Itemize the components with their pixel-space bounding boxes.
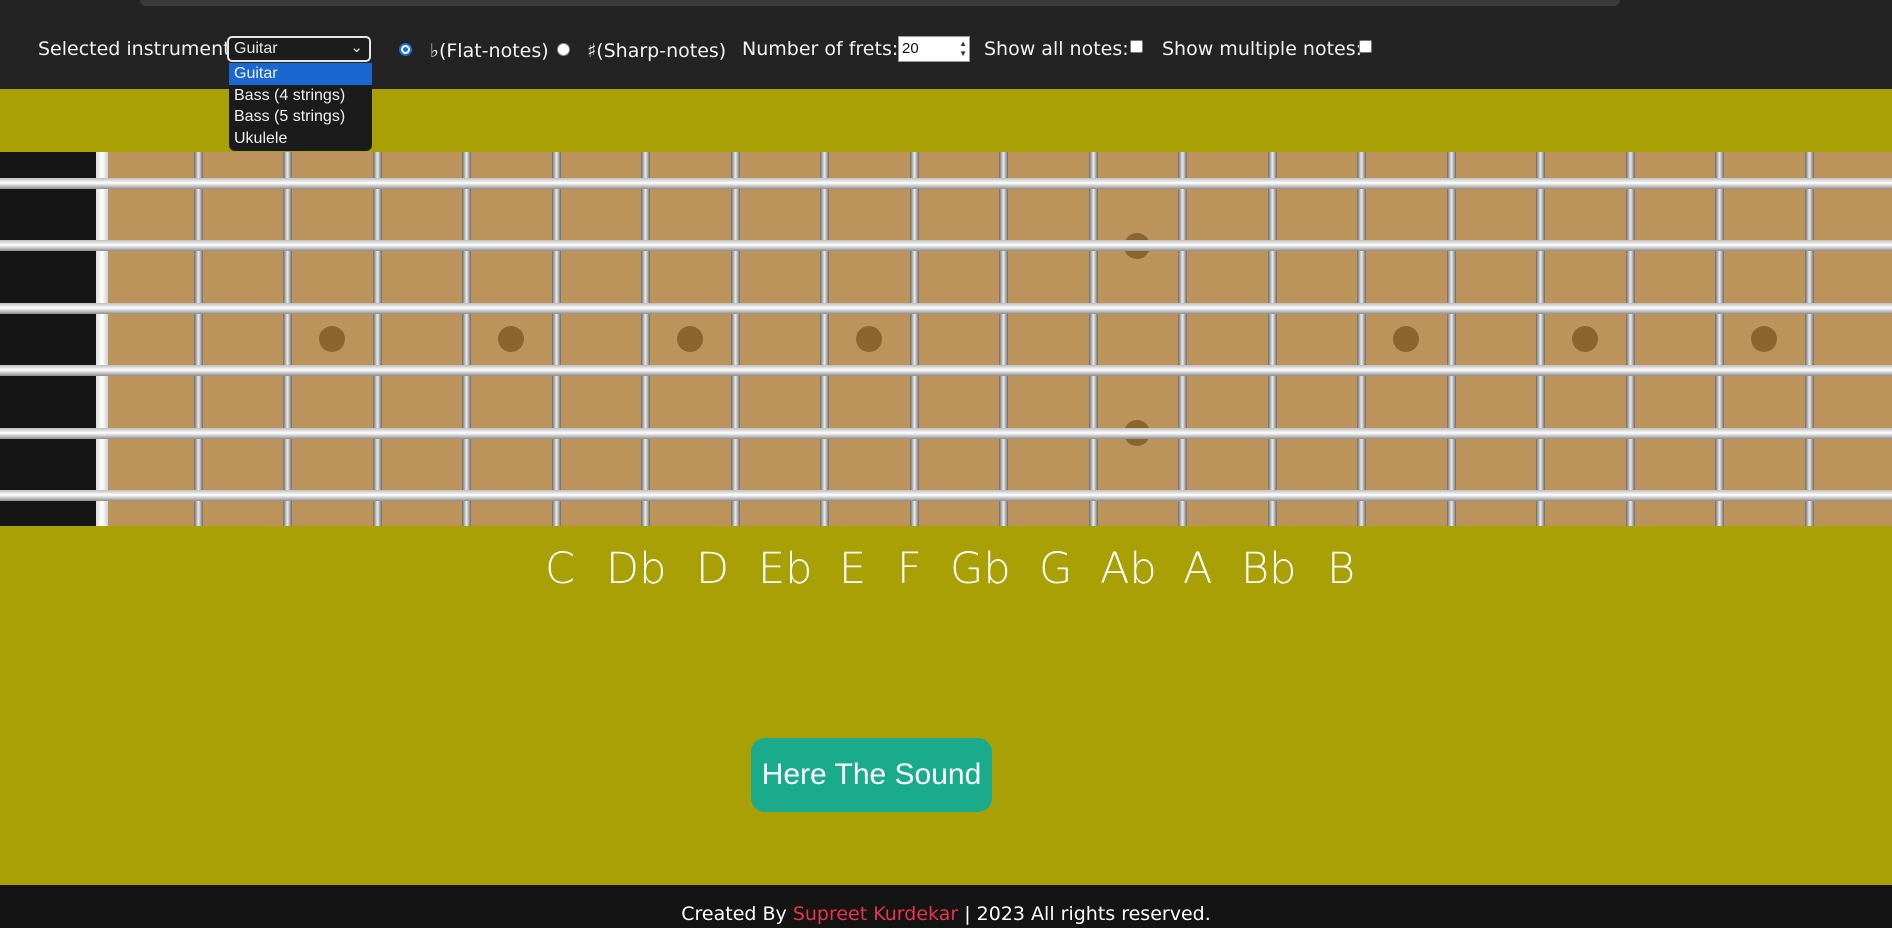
fret-inlay-dot — [855, 326, 882, 352]
guitar-string[interactable] — [0, 427, 1892, 439]
fret-wire — [1446, 152, 1456, 526]
show-all-notes-checkbox[interactable] — [1130, 40, 1143, 53]
footer-author-link[interactable]: Supreet Kurdekar — [793, 903, 958, 925]
fret-wire — [1715, 152, 1724, 526]
fret-wire — [462, 152, 471, 526]
fret-wire — [730, 152, 740, 526]
sharp-notes-radio[interactable] — [557, 43, 570, 56]
instrument-selected-value: Guitar — [234, 40, 278, 57]
fret-wire — [551, 152, 561, 526]
fret-inlay-dot — [1750, 326, 1777, 352]
show-multiple-notes-label: Show multiple notes: — [1162, 38, 1363, 60]
footer-suffix: | 2023 All rights reserved. — [964, 903, 1211, 925]
fret-wire — [1178, 152, 1187, 526]
fret-inlay-dot — [497, 326, 524, 352]
instrument-dropdown-list: Guitar Bass (4 strings) Bass (5 strings)… — [229, 63, 372, 151]
note-name[interactable]: Gb — [950, 544, 1011, 594]
instrument-option-bass-4[interactable]: Bass (4 strings) — [229, 85, 372, 107]
fret-wire — [1357, 152, 1366, 526]
fret-wire — [283, 152, 292, 526]
guitar-string[interactable] — [0, 302, 1892, 314]
note-name[interactable]: C — [545, 544, 575, 594]
footer-prefix: Created By — [681, 903, 787, 925]
show-all-notes-label: Show all notes: — [984, 38, 1129, 60]
fret-inlay-dot — [1571, 326, 1598, 352]
instrument-select[interactable]: Guitar ⌄ — [227, 36, 371, 62]
hear-sound-button[interactable]: Here The Sound — [751, 738, 992, 812]
flat-notes-radio[interactable] — [399, 43, 412, 56]
fret-wire — [1088, 152, 1098, 526]
frets-number-input[interactable]: 20 ▲ ▼ — [898, 36, 970, 62]
instrument-option-bass-5[interactable]: Bass (5 strings) — [229, 106, 372, 128]
spinner-arrows-icon[interactable]: ▲ ▼ — [959, 39, 967, 59]
footer: Created By Supreet Kurdekar | 2023 All r… — [0, 885, 1892, 928]
fret-inlay-dot — [676, 326, 703, 352]
guitar-string[interactable] — [0, 178, 1892, 189]
note-name[interactable]: Db — [606, 544, 666, 594]
fret-wire — [1536, 152, 1545, 526]
sharp-notes-label: ♯(Sharp-notes) — [587, 40, 727, 62]
neck-head — [0, 152, 96, 526]
fret-wire — [1267, 152, 1277, 526]
nut — [96, 152, 108, 526]
fret-wire — [909, 152, 919, 526]
fret-inlay-dot — [318, 326, 345, 352]
fret-wire — [641, 152, 650, 526]
browser-tab-strip — [140, 0, 1620, 6]
fret-wire — [999, 152, 1008, 526]
flat-notes-label: ♭(Flat-notes) — [430, 40, 549, 62]
instrument-label: Selected instrument: — [38, 38, 238, 60]
show-multiple-notes-checkbox[interactable] — [1359, 40, 1372, 53]
note-name[interactable]: Eb — [758, 544, 812, 594]
note-name[interactable]: E — [839, 544, 866, 594]
fret-inlay-dot — [1392, 326, 1419, 352]
note-name[interactable]: D — [696, 544, 729, 594]
chevron-down-icon: ⌄ — [350, 39, 363, 56]
fret-wire — [193, 152, 203, 526]
note-name[interactable]: Ab — [1100, 544, 1157, 594]
guitar-string[interactable] — [0, 365, 1892, 377]
fret-wire — [1804, 152, 1814, 526]
fret-wire — [372, 152, 382, 526]
note-name[interactable]: F — [897, 544, 922, 594]
instrument-option-guitar[interactable]: Guitar — [229, 63, 372, 85]
note-name[interactable]: B — [1327, 544, 1355, 594]
note-name[interactable]: Bb — [1241, 544, 1296, 594]
instrument-option-ukulele[interactable]: Ukulele — [229, 128, 372, 150]
frets-value: 20 — [902, 40, 919, 57]
guitar-string[interactable] — [0, 490, 1892, 501]
note-name[interactable]: G — [1039, 544, 1072, 594]
fret-wire — [1625, 152, 1635, 526]
frets-label: Number of frets: — [742, 38, 899, 60]
guitar-string[interactable] — [0, 240, 1892, 252]
fret-wire — [820, 152, 829, 526]
note-name[interactable]: A — [1183, 544, 1212, 594]
